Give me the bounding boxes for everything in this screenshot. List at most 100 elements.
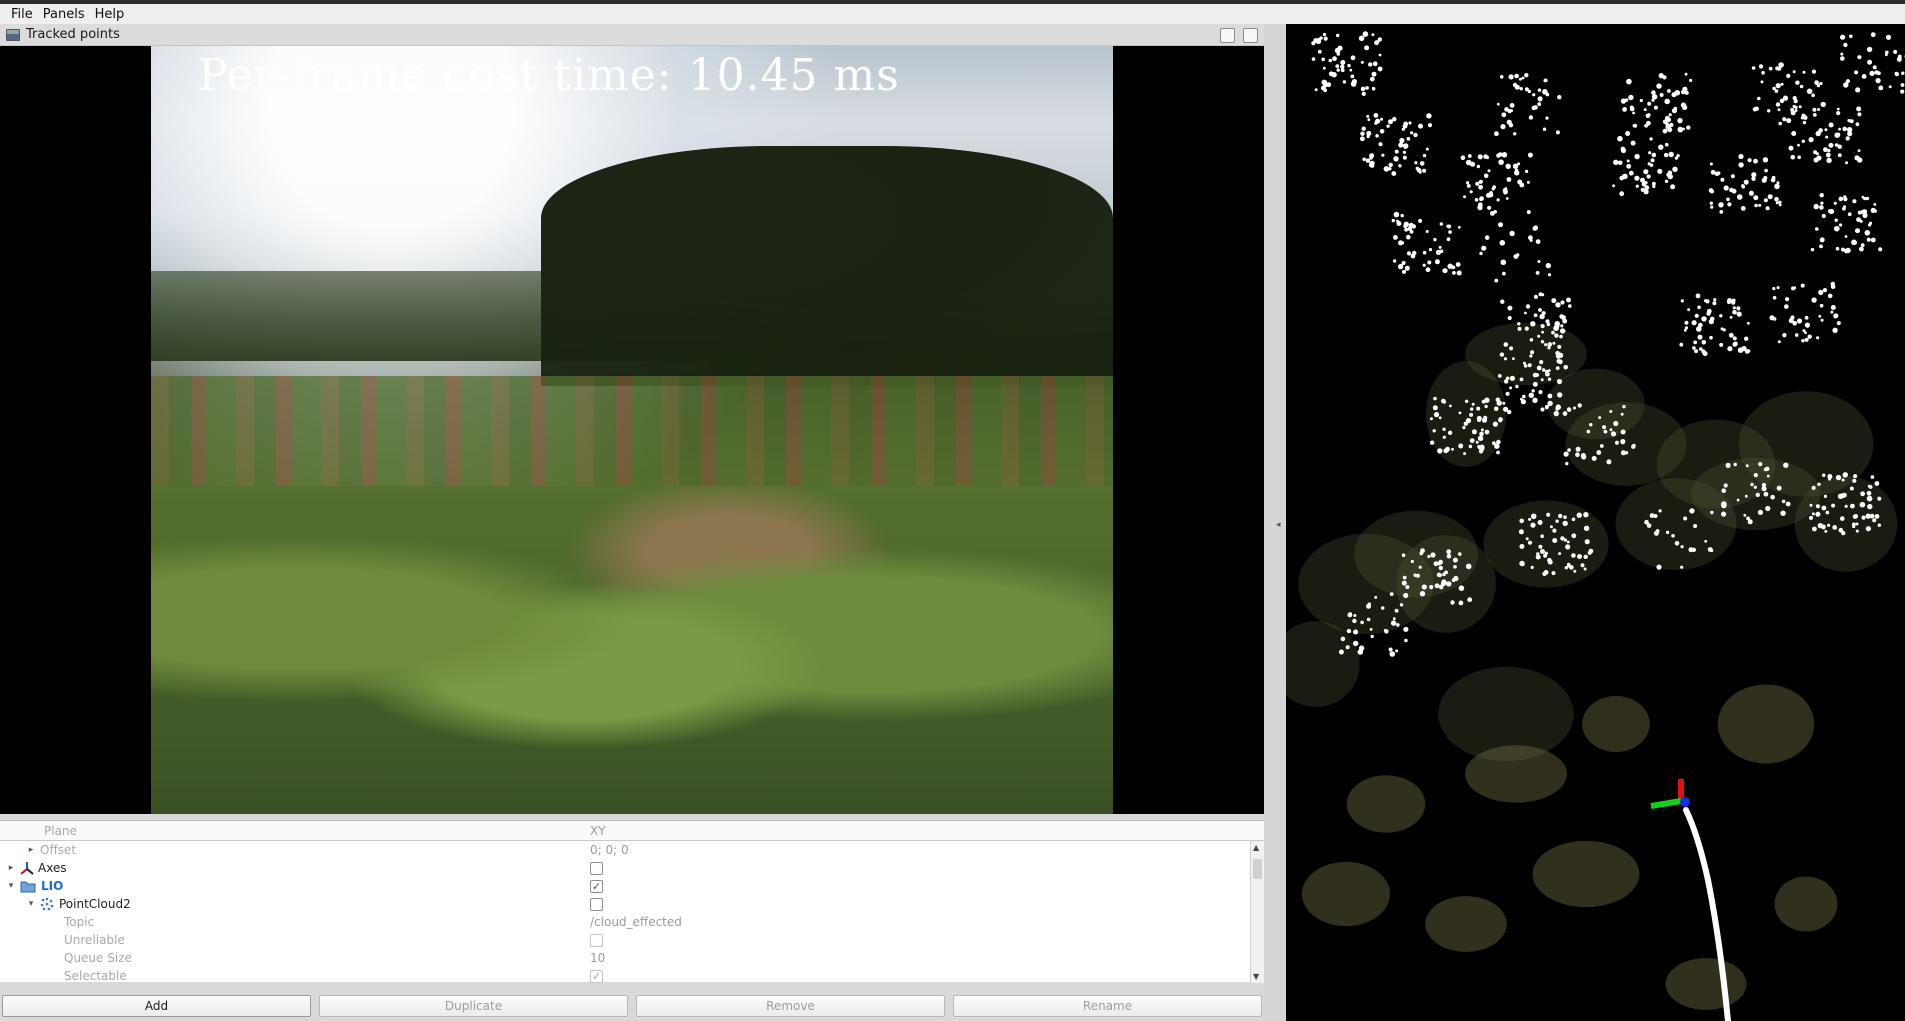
expand-arrow-icon[interactable]: ▸ — [6, 863, 16, 873]
point — [1471, 402, 1475, 406]
duplicate-button[interactable]: Duplicate — [319, 995, 628, 1017]
remove-button[interactable]: Remove — [636, 995, 945, 1017]
point — [1517, 162, 1521, 166]
point — [1688, 547, 1694, 553]
point — [1525, 169, 1529, 173]
point — [1396, 623, 1400, 627]
properties-scrollbar[interactable]: ▲ ▼ — [1250, 841, 1264, 983]
point — [1514, 84, 1520, 90]
point — [1467, 154, 1472, 158]
point — [1878, 247, 1883, 252]
point — [1365, 158, 1371, 163]
collapse-arrow-icon[interactable]: ▾ — [6, 881, 16, 891]
point — [1530, 350, 1535, 355]
property-label: PointCloud2 — [59, 897, 131, 911]
scroll-up-icon[interactable]: ▲ — [1253, 843, 1259, 852]
rename-button[interactable]: Rename — [953, 995, 1262, 1017]
property-value[interactable]: /cloud_effected — [590, 915, 682, 929]
point — [1583, 512, 1589, 518]
point — [1362, 157, 1366, 162]
properties-row-offset[interactable]: ▸ Offset 0; 0; 0 — [0, 841, 1248, 859]
point — [1620, 439, 1626, 445]
add-button[interactable]: Add — [2, 995, 311, 1017]
point — [1529, 338, 1534, 342]
property-name: Selectable — [64, 969, 127, 983]
point — [1499, 240, 1506, 246]
point — [1404, 638, 1408, 643]
point — [1865, 513, 1871, 519]
menu-help[interactable]: Help — [90, 7, 130, 22]
point — [1533, 294, 1538, 299]
properties-row-lio[interactable]: ▾ LIO ✓ — [0, 877, 1248, 895]
point — [1664, 179, 1669, 183]
property-value[interactable]: 10 — [590, 951, 605, 965]
point — [1836, 321, 1841, 326]
3d-viewport[interactable] — [1286, 24, 1905, 1021]
collapse-arrow-icon[interactable]: ▾ — [26, 899, 36, 909]
panel-splitter[interactable]: ◂ — [1264, 24, 1286, 1021]
properties-row-queue-size[interactable]: Queue Size 10 — [0, 949, 1248, 967]
point — [1780, 510, 1786, 516]
property-name: Plane — [44, 824, 77, 838]
point — [1865, 526, 1871, 532]
image-panel-titlebar[interactable]: Tracked points — [0, 24, 1264, 46]
point — [1398, 142, 1404, 148]
point — [1897, 54, 1902, 59]
point — [1588, 548, 1594, 554]
pointcloud2-enable-checkbox[interactable] — [590, 897, 603, 911]
properties-row-unreliable[interactable]: Unreliable — [0, 931, 1248, 949]
point — [1530, 565, 1534, 570]
point — [1532, 93, 1536, 97]
properties-row-selectable[interactable]: Selectable ✓ — [0, 967, 1248, 985]
properties-row-pointcloud2[interactable]: ▾ PointCloud2 — [0, 895, 1248, 913]
point — [1833, 313, 1839, 319]
point — [1446, 549, 1452, 555]
point — [1701, 316, 1707, 322]
point — [1849, 34, 1853, 39]
point — [1704, 539, 1708, 543]
lio-enable-checkbox[interactable]: ✓ — [590, 879, 603, 893]
collapse-left-icon[interactable]: ◂ — [1276, 520, 1281, 530]
point — [1422, 153, 1427, 158]
point — [1827, 293, 1833, 299]
point — [1866, 490, 1872, 496]
unreliable-checkbox[interactable] — [590, 933, 603, 947]
camera-image-view[interactable]: Per-frame cost time: 10.45 ms — [0, 46, 1264, 814]
robot-axes-marker — [1650, 779, 1690, 809]
menu-panels[interactable]: Panels — [38, 7, 90, 22]
point — [1541, 330, 1544, 334]
properties-row-axes[interactable]: ▸ Axes — [0, 859, 1248, 877]
point — [1825, 135, 1829, 139]
point — [1375, 118, 1381, 124]
point — [1583, 525, 1590, 531]
display-properties-tree[interactable]: Plane XY ▸ Offset 0; 0; 0 ▸ Axes ▾ LIO ✓… — [0, 820, 1264, 985]
panel-close-button[interactable] — [1243, 28, 1258, 43]
point — [1322, 66, 1326, 70]
point — [1778, 121, 1782, 126]
axes-enable-checkbox[interactable] — [590, 861, 603, 875]
point — [1439, 584, 1443, 588]
menu-file[interactable]: File — [6, 7, 38, 22]
point — [1402, 269, 1406, 274]
properties-row-plane[interactable]: Plane XY — [0, 821, 1264, 841]
point — [1575, 452, 1580, 458]
point — [1617, 135, 1623, 142]
point — [1543, 78, 1548, 83]
point — [1323, 36, 1328, 41]
panel-float-button[interactable] — [1220, 28, 1235, 43]
point — [1846, 127, 1853, 133]
point — [1658, 73, 1664, 79]
point — [1500, 259, 1507, 266]
point — [1527, 152, 1533, 158]
point — [1563, 515, 1567, 519]
point — [1687, 308, 1690, 312]
expand-arrow-icon[interactable]: ▸ — [26, 845, 36, 855]
point — [1438, 245, 1442, 249]
point — [1393, 211, 1400, 218]
properties-row-topic[interactable]: Topic /cloud_effected — [0, 913, 1248, 931]
point — [1509, 103, 1515, 108]
selectable-checkbox[interactable]: ✓ — [590, 969, 603, 983]
scroll-down-icon[interactable]: ▼ — [1253, 972, 1259, 981]
scrollbar-thumb[interactable] — [1253, 859, 1262, 879]
point — [1828, 142, 1834, 148]
